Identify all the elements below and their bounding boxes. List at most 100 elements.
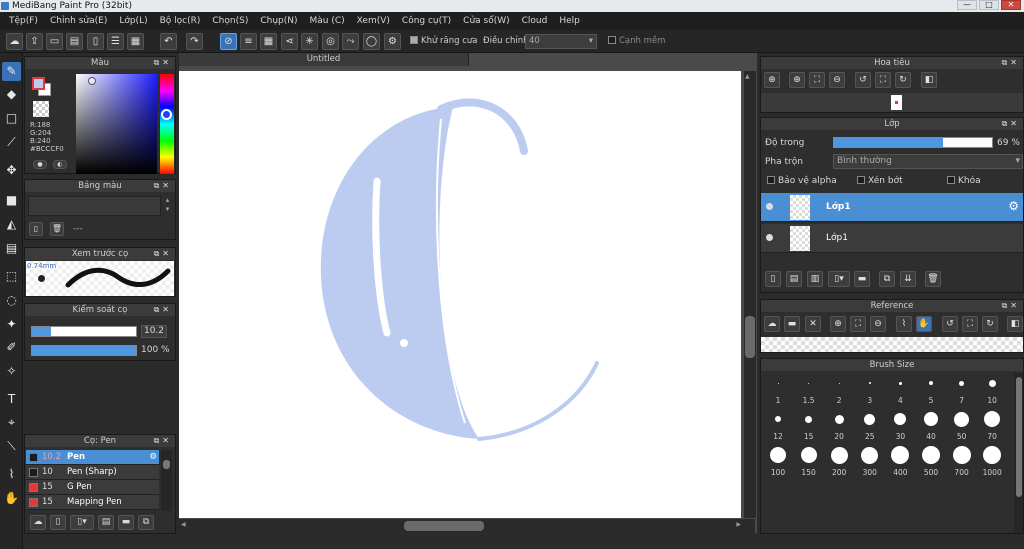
select-eraser-icon[interactable]: ✧ (2, 362, 21, 381)
close-button[interactable]: ✕ (1001, 0, 1021, 10)
brush-list-item[interactable]: 15 G Pen (26, 480, 159, 495)
rotate-right-icon[interactable]: ↻ (895, 72, 911, 88)
cloud-brush-icon[interactable]: ☁ (30, 515, 46, 530)
trash-icon[interactable]: 🗑 (925, 271, 941, 287)
brush-list-item[interactable]: 10.2 Pen ⚙ (26, 450, 159, 465)
scroll-right-icon[interactable]: ▶ (736, 521, 741, 528)
circle-snap-icon[interactable]: ◎ (322, 33, 339, 50)
brush-size-cell[interactable]: 300 (855, 445, 885, 477)
new-layer-icon[interactable]: ▯ (765, 271, 781, 287)
menu-color[interactable]: Màu (C) (304, 12, 351, 30)
brush-settings-icon[interactable]: ▤ (98, 515, 114, 530)
antialias-toggle[interactable]: Khử răng cưa (410, 35, 478, 47)
eye-icon[interactable] (766, 234, 773, 241)
curve-snap-icon[interactable]: ⤳ (342, 33, 359, 50)
palette-scroll-icon[interactable]: ▴ ▾ (162, 196, 173, 216)
rotate-left-icon[interactable]: ↺ (855, 72, 871, 88)
menu-filter[interactable]: Bộ lọc(R) (154, 12, 207, 30)
bucket-tool-icon[interactable]: ◭ (2, 215, 21, 234)
vanish-snap-icon[interactable]: ⋖ (281, 33, 298, 50)
redo-icon[interactable]: ↷ (186, 33, 203, 50)
brush-size-cell[interactable]: 100 (763, 445, 793, 477)
brush-size-slider[interactable] (31, 326, 137, 337)
brush-size-cell[interactable]: 30 (885, 409, 915, 441)
layer-row[interactable]: Lớp1 (761, 224, 1023, 253)
zoom-in-icon[interactable]: ⊕ (789, 72, 805, 88)
brush-size-cell[interactable]: 12 (763, 409, 793, 441)
brush-list-item[interactable]: 15 Mapping Pen (26, 495, 159, 510)
lock-checkbox[interactable] (947, 176, 955, 184)
scroll-left-icon[interactable]: ◀ (181, 521, 186, 528)
close-icon[interactable]: ✕ (805, 316, 821, 332)
clipping-toggle[interactable]: Xén bớt (857, 176, 903, 186)
panel-controls-icon[interactable]: ⧉✕ (154, 435, 172, 447)
zoom-in-icon[interactable]: ⊕ (830, 316, 846, 332)
new-halftone-layer-icon[interactable]: ▤ (786, 271, 802, 287)
hue-slider[interactable] (160, 74, 174, 174)
menu-help[interactable]: Help (553, 12, 586, 30)
brush-size-cell[interactable]: 400 (885, 445, 915, 477)
brush-size-cell[interactable]: 2 (824, 373, 854, 405)
fit-screen-icon[interactable]: ⛶ (850, 316, 866, 332)
reference-preview[interactable] (761, 337, 1023, 352)
panel-controls-icon[interactable]: ⧉✕ (154, 304, 172, 316)
scroll-up-icon[interactable]: ▲ (745, 73, 750, 80)
cloud-icon[interactable]: ☁ (6, 33, 23, 50)
snap-off-icon[interactable]: ⊘ (220, 33, 237, 50)
eye-icon[interactable] (766, 203, 773, 210)
open-file-icon[interactable]: ▬ (784, 316, 800, 332)
new-palette-icon[interactable]: ▯ (29, 222, 43, 236)
menu-view[interactable]: Xem(V) (351, 12, 396, 30)
sharp-edge-checkbox[interactable] (608, 36, 616, 44)
color-option-icon[interactable]: ◐ (53, 160, 67, 169)
duplicate-layer-icon[interactable]: ⧉ (879, 271, 895, 287)
transparent-swatch[interactable] (33, 101, 49, 117)
message-icon[interactable]: ▤ (66, 33, 83, 50)
correction-select[interactable]: 40 ▾ (525, 34, 597, 49)
brush-size-cell[interactable]: 70 (977, 409, 1007, 441)
horizontal-scroll-thumb[interactable] (404, 521, 484, 531)
saturation-value-picker[interactable] (76, 74, 157, 174)
brush-list-scrollbar[interactable] (161, 450, 172, 511)
zoom-out-icon[interactable]: ⊖ (870, 316, 886, 332)
layer-row[interactable]: Lớp1 ⚙ (761, 193, 1023, 222)
panel-controls-icon[interactable]: ⧉✕ (154, 180, 172, 192)
lasso-tool-icon[interactable]: ◌ (2, 291, 21, 310)
select-tool-icon[interactable]: ⬚ (2, 267, 21, 286)
vertical-scroll-thumb[interactable] (745, 316, 755, 358)
brush-size-cell[interactable]: 700 (947, 445, 977, 477)
fit-icon[interactable]: ⛶ (875, 72, 891, 88)
cloud-icon[interactable]: ☁ (764, 316, 780, 332)
panel-controls-icon[interactable]: ⧉✕ (1002, 300, 1020, 312)
menu-select[interactable]: Chọn(S) (206, 12, 254, 30)
alpha-protect-toggle[interactable]: Bảo vệ alpha (767, 176, 837, 186)
canvas-horizontal-scrollbar[interactable]: ◀ ▶ (179, 519, 755, 533)
brush-size-cell[interactable]: 500 (916, 445, 946, 477)
hand-icon[interactable]: ✋ (916, 316, 932, 332)
brush-size-cell[interactable]: 200 (824, 445, 854, 477)
brush-size-scrollbar[interactable] (1014, 373, 1023, 533)
rotate-left-icon[interactable]: ↺ (942, 316, 958, 332)
scroll-thumb[interactable] (163, 460, 170, 469)
add-brush-menu-icon[interactable]: ▯▾ (70, 515, 94, 530)
brush-size-cell[interactable]: 1000 (977, 445, 1007, 477)
sv-cursor[interactable] (88, 77, 96, 85)
brush-size-cell[interactable]: 3 (855, 373, 885, 405)
gear-icon[interactable]: ⚙ (149, 450, 157, 465)
brush-size-cell[interactable]: 25 (855, 409, 885, 441)
ellipse-snap-icon[interactable]: ◯ (363, 33, 380, 50)
comment-icon[interactable]: ▭ (46, 33, 63, 50)
gradient-tool-icon[interactable]: ▤ (2, 239, 21, 258)
lock-toggle[interactable]: Khóa (947, 176, 981, 186)
brush-size-cell[interactable]: 7 (947, 373, 977, 405)
menu-window[interactable]: Cửa sổ(W) (457, 12, 515, 30)
maximize-button[interactable]: □ (979, 0, 999, 10)
undo-icon[interactable]: ↶ (160, 33, 177, 50)
brush-size-cell[interactable]: 20 (824, 409, 854, 441)
zoom-out-icon[interactable]: ⊖ (829, 72, 845, 88)
menu-snap[interactable]: Chụp(N) (254, 12, 303, 30)
rect-fill-tool-icon[interactable]: ■ (2, 191, 21, 210)
alpha-protect-checkbox[interactable] (767, 176, 775, 184)
move-tool-icon[interactable]: ✥ (2, 161, 21, 180)
operation-tool-icon[interactable]: ⌖ (2, 413, 21, 432)
